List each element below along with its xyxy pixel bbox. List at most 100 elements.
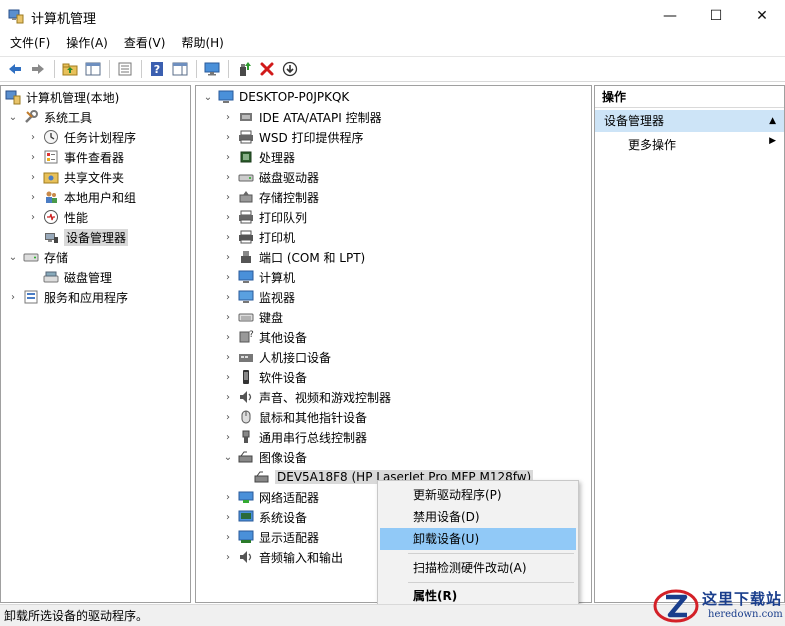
device-tree-root-label: DESKTOP-P0JPKQK — [239, 90, 350, 104]
chevron-right-icon[interactable]: › — [222, 351, 234, 363]
chevron-down-icon[interactable]: ⌄ — [7, 111, 19, 123]
chevron-right-icon[interactable]: › — [222, 491, 234, 503]
tree-item-storage[interactable]: ⌄ 存储 — [7, 247, 68, 267]
device-category[interactable]: › IDE ATA/ATAPI 控制器 — [222, 107, 382, 127]
device-category[interactable]: › 键盘 — [222, 307, 283, 327]
chevron-right-icon[interactable]: › — [222, 111, 234, 123]
device-category[interactable]: › 监视器 — [222, 287, 295, 307]
context-menu-uninstall-device[interactable]: 卸载设备(U) — [380, 528, 576, 550]
tree-item-services-apps[interactable]: › 服务和应用程序 — [7, 287, 128, 307]
device-category[interactable]: › WSD 打印提供程序 — [222, 127, 364, 147]
chevron-right-icon[interactable]: › — [222, 311, 234, 323]
actions-section-device-manager[interactable]: 设备管理器 ▲ — [595, 110, 784, 132]
maximize-button[interactable]: ☐ — [693, 0, 739, 32]
device-category[interactable]: › 端口 (COM 和 LPT) — [222, 247, 365, 267]
show-action-pane-icon[interactable] — [169, 58, 191, 80]
device-category[interactable]: › 磁盘驱动器 — [222, 167, 319, 187]
device-category[interactable]: › 鼠标和其他指针设备 — [222, 407, 367, 427]
chevron-down-icon[interactable]: ⌄ — [202, 91, 214, 103]
chevron-right-icon[interactable]: › — [222, 291, 234, 303]
chevron-right-icon[interactable]: › — [222, 131, 234, 143]
chevron-right-icon[interactable]: › — [222, 531, 234, 543]
menu-help[interactable]: 帮助(H) — [173, 32, 231, 54]
collapse-up-icon[interactable]: ▲ — [769, 110, 776, 132]
device-category[interactable]: › 声音、视频和游戏控制器 — [222, 387, 391, 407]
disable-icon[interactable] — [279, 58, 301, 80]
chevron-right-icon[interactable]: › — [222, 231, 234, 243]
chevron-right-icon[interactable]: › — [222, 211, 234, 223]
show-hide-tree-icon[interactable] — [82, 58, 104, 80]
toolbar-separator — [141, 60, 142, 78]
device-category[interactable]: › 系统设备 — [222, 507, 307, 527]
tree-item-task-scheduler[interactable]: › 任务计划程序 — [27, 127, 136, 147]
back-icon[interactable] — [4, 58, 26, 80]
chevron-right-icon[interactable]: › — [222, 411, 234, 423]
menu-file[interactable]: 文件(F) — [0, 32, 58, 54]
tree-item-performance[interactable]: › 性能 — [27, 207, 88, 227]
tree-label: 磁盘管理 — [64, 270, 113, 285]
keyboard-icon — [238, 313, 254, 322]
export-list-icon[interactable] — [114, 58, 136, 80]
other-devices-icon: ? — [239, 330, 254, 343]
tree-item-system-tools[interactable]: ⌄ 系统工具 — [7, 107, 92, 127]
help-icon[interactable]: ? — [146, 58, 168, 80]
tree-item-computer-management[interactable]: 计算机管理(本地) — [5, 87, 119, 107]
device-category[interactable]: ›? 其他设备 — [222, 327, 307, 347]
context-menu-update-driver[interactable]: 更新驱动程序(P) — [380, 484, 576, 506]
chevron-right-icon[interactable]: › — [222, 371, 234, 383]
chevron-right-icon[interactable]: › — [27, 191, 39, 203]
chevron-right-icon[interactable]: › — [222, 391, 234, 403]
chevron-right-icon[interactable]: › — [222, 511, 234, 523]
device-category[interactable]: › 人机接口设备 — [222, 347, 331, 367]
chevron-right-icon[interactable]: › — [222, 271, 234, 283]
submenu-arrow-icon[interactable]: ▶ — [769, 136, 776, 146]
tree-item-device-manager[interactable]: 设备管理器 — [43, 227, 129, 247]
chevron-right-icon[interactable]: › — [222, 331, 234, 343]
tree-item-event-viewer[interactable]: › 事件查看器 — [27, 147, 124, 167]
device-category[interactable]: › 软件设备 — [222, 367, 307, 387]
context-menu-scan-hardware[interactable]: 扫描检测硬件改动(A) — [380, 557, 576, 579]
menu-view[interactable]: 查看(V) — [116, 32, 174, 54]
chevron-right-icon[interactable]: › — [222, 171, 234, 183]
up-folder-icon[interactable] — [59, 58, 81, 80]
chevron-right-icon[interactable]: › — [27, 171, 39, 183]
device-category[interactable]: › 计算机 — [222, 267, 295, 287]
menu-action[interactable]: 操作(A) — [58, 32, 116, 54]
device-category[interactable]: › 音频输入和输出 — [222, 547, 343, 567]
minimize-button[interactable]: — — [647, 0, 693, 32]
device-category[interactable]: › 存储控制器 — [222, 187, 319, 207]
more-actions-item[interactable]: 更多操作 — [628, 136, 676, 153]
device-category[interactable]: › 打印机 — [222, 227, 295, 247]
chevron-right-icon[interactable]: › — [222, 191, 234, 203]
device-category[interactable]: › 处理器 — [222, 147, 295, 167]
chevron-right-icon[interactable]: › — [222, 251, 234, 263]
chevron-right-icon[interactable]: › — [222, 151, 234, 163]
tree-item-disk-management[interactable]: 磁盘管理 — [43, 267, 112, 287]
device-tree-root[interactable]: ⌄ DESKTOP-P0JPKQK — [202, 87, 350, 107]
context-menu-disable-device[interactable]: 禁用设备(D) — [380, 506, 576, 528]
device-category[interactable]: › 显示适配器 — [222, 527, 319, 547]
monitor-icon[interactable] — [201, 58, 223, 80]
device-category[interactable]: ⌄ 图像设备 — [222, 447, 307, 467]
device-label: 人机接口设备 — [259, 350, 332, 365]
watermark-url: heredown.com — [708, 609, 783, 620]
tree-item-local-users[interactable]: › 本地用户和组 — [27, 187, 136, 207]
device-category[interactable]: › 网络适配器 — [222, 487, 319, 507]
chevron-right-icon[interactable]: › — [27, 211, 39, 223]
device-category[interactable]: › 打印队列 — [222, 207, 307, 227]
chevron-right-icon[interactable]: › — [7, 291, 19, 303]
device-category[interactable]: › 通用串行总线控制器 — [222, 427, 367, 447]
chevron-right-icon[interactable]: › — [27, 151, 39, 163]
computer-root-icon — [218, 90, 234, 103]
chevron-right-icon[interactable]: › — [27, 131, 39, 143]
chevron-down-icon[interactable]: ⌄ — [7, 251, 19, 263]
uninstall-icon[interactable] — [256, 58, 278, 80]
chevron-right-icon[interactable]: › — [222, 431, 234, 443]
display-adapter-icon — [238, 530, 254, 543]
chevron-right-icon[interactable]: › — [222, 551, 234, 563]
chevron-down-icon[interactable]: ⌄ — [222, 451, 234, 463]
close-button[interactable]: ✕ — [739, 0, 785, 32]
update-driver-icon[interactable] — [233, 58, 255, 80]
tree-item-shared-folders[interactable]: › 共享文件夹 — [27, 167, 124, 187]
forward-icon[interactable] — [27, 58, 49, 80]
